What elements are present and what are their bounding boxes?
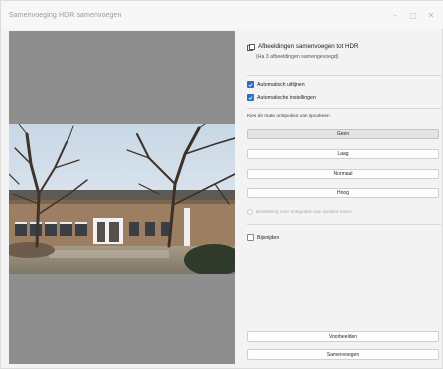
hdr-merge-window: Samenvoeging HDR samenvoegen – □ ✕ Afbee… bbox=[0, 0, 443, 369]
preview-pane bbox=[9, 31, 235, 364]
maximize-button[interactable]: □ bbox=[404, 5, 422, 25]
minimize-button[interactable]: – bbox=[386, 5, 404, 25]
auto-crop-checkbox[interactable]: Bijsnijden bbox=[247, 234, 279, 241]
preview-button[interactable]: Voorbeelden bbox=[247, 331, 439, 342]
auto-settings-label: Automatische instellingen bbox=[257, 94, 316, 101]
checkbox-checked-icon[interactable] bbox=[247, 94, 254, 101]
deghost-none-button[interactable]: Geen bbox=[247, 129, 439, 139]
overlay-toggle[interactable] bbox=[247, 209, 253, 215]
checkbox-checked-icon[interactable] bbox=[247, 81, 254, 88]
divider bbox=[247, 75, 441, 76]
deghost-high-button[interactable]: Hoog bbox=[247, 188, 439, 198]
merge-button[interactable]: Samenvoegen bbox=[247, 349, 439, 360]
window-title: Samenvoeging HDR samenvoegen bbox=[9, 11, 122, 19]
deghost-label: Kies de mate ontspoken van spookeen bbox=[247, 114, 330, 119]
hdr-merge-icon bbox=[247, 44, 255, 51]
window-controls: – □ ✕ bbox=[386, 1, 440, 29]
deghost-overlay-option[interactable]: Bedekking voor ontspoken van spoken tone… bbox=[247, 209, 352, 215]
panel-title: Afbeeldingen samenvoegen tot HDR bbox=[258, 43, 359, 50]
checkbox-unchecked-icon[interactable] bbox=[247, 234, 254, 241]
title-bar[interactable]: Samenvoeging HDR samenvoegen – □ ✕ bbox=[1, 1, 443, 29]
auto-crop-label: Bijsnijden bbox=[257, 234, 280, 241]
auto-align-label: Automatisch uitlijnen bbox=[257, 81, 305, 88]
divider bbox=[247, 108, 441, 109]
auto-align-checkbox[interactable]: Automatisch uitlijnen bbox=[247, 81, 305, 88]
panel-subtitle: (Ha 3 afbeeldingen samengevoegd) bbox=[256, 54, 339, 60]
school-building-photo bbox=[9, 124, 235, 274]
options-panel: Afbeeldingen samenvoegen tot HDR (Ha 3 a… bbox=[245, 31, 441, 364]
divider bbox=[247, 224, 441, 225]
preview-image bbox=[9, 124, 235, 274]
deghost-low-button[interactable]: Laag bbox=[247, 149, 439, 159]
overlay-option-label: Bedekking voor ontspoken van spoken tone… bbox=[256, 209, 352, 215]
deghost-normal-button[interactable]: Normaal bbox=[247, 169, 439, 179]
panel-header: Afbeeldingen samenvoegen tot HDR bbox=[247, 43, 358, 52]
auto-settings-checkbox[interactable]: Automatische instellingen bbox=[247, 94, 316, 101]
close-button[interactable]: ✕ bbox=[422, 5, 440, 25]
